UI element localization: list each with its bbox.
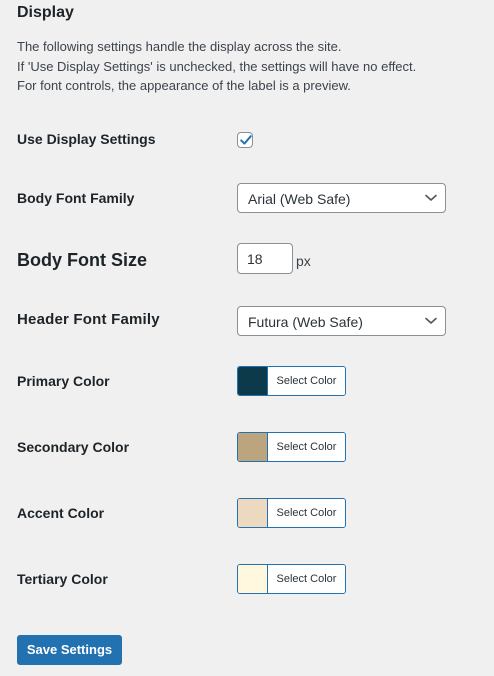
section-title: Display (17, 4, 74, 21)
description-line: The following settings handle the displa… (17, 39, 342, 54)
secondary-color-picker[interactable]: Select Color (237, 432, 346, 462)
tertiary-color-swatch (238, 565, 268, 593)
secondary-color-swatch (238, 433, 268, 461)
accent-color-swatch (238, 499, 268, 527)
select-color-button[interactable]: Select Color (268, 433, 345, 461)
description-line: If 'Use Display Settings' is unchecked, … (17, 58, 417, 74)
header-font-family-value: Futura (Web Safe) (248, 314, 363, 330)
select-color-button[interactable]: Select Color (268, 499, 345, 527)
section-description: The following settings handle the displa… (17, 37, 477, 96)
use-display-settings-checkbox[interactable] (237, 132, 253, 148)
body-font-size-input[interactable] (237, 243, 293, 274)
tertiary-color-label: Tertiary Color (17, 571, 108, 587)
select-color-button[interactable]: Select Color (268, 565, 345, 593)
body-font-family-label: Body Font Family (17, 190, 135, 206)
body-font-family-select[interactable]: Arial (Web Safe) (237, 183, 446, 213)
font-size-unit: px (296, 253, 311, 269)
chevron-down-icon (425, 194, 437, 201)
body-font-size-label: Body Font Size (17, 250, 147, 270)
accent-color-picker[interactable]: Select Color (237, 498, 346, 528)
chevron-down-icon (425, 317, 437, 324)
primary-color-swatch (238, 367, 268, 395)
select-color-button[interactable]: Select Color (268, 367, 345, 395)
body-font-family-value: Arial (Web Safe) (248, 191, 351, 207)
secondary-color-label: Secondary Color (17, 439, 130, 455)
save-settings-button[interactable]: Save Settings (17, 635, 122, 665)
checkmark-icon (240, 135, 252, 145)
tertiary-color-picker[interactable]: Select Color (237, 564, 346, 594)
primary-color-label: Primary Color (17, 373, 110, 389)
header-font-family-select[interactable]: Futura (Web Safe) (237, 306, 446, 336)
header-font-family-label: Header Font Family (17, 311, 160, 328)
primary-color-picker[interactable]: Select Color (237, 366, 346, 396)
display-settings-panel: Display The following settings handle th… (0, 0, 494, 676)
use-display-settings-label: Use Display Settings (17, 131, 156, 147)
description-line: For font controls, the appearance of the… (17, 78, 351, 93)
accent-color-label: Accent Color (17, 505, 105, 521)
